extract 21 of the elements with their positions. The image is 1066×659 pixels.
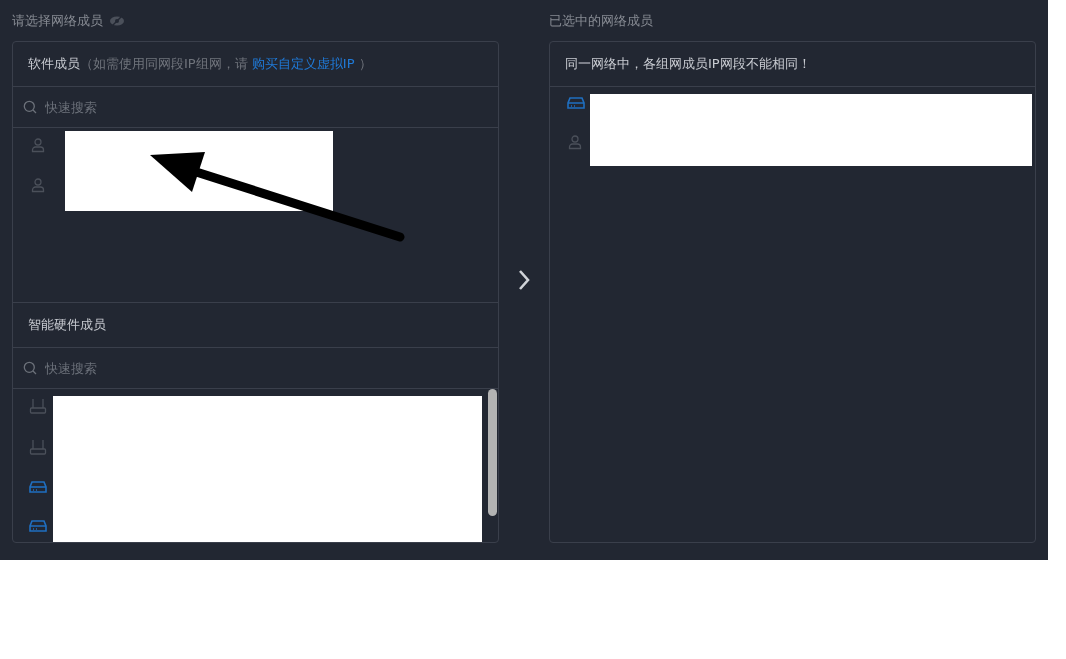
search-icon <box>23 100 37 114</box>
section-title: 已选中的网络成员 <box>549 11 653 30</box>
scrollbar[interactable] <box>488 389 497 516</box>
section-title: 请选择网络成员 <box>12 11 103 30</box>
device-icon <box>29 519 47 533</box>
chevron-right-icon[interactable] <box>517 268 531 292</box>
group-title: 智能硬件成员 <box>28 316 106 334</box>
router-icon <box>29 439 47 455</box>
search-field[interactable]: 快速搜索 <box>43 359 247 377</box>
notice-text: 同一网络中，各组网成员IP网段不能相同！ <box>565 55 811 73</box>
person-icon <box>30 177 46 193</box>
router-icon <box>29 398 47 414</box>
search-field[interactable]: 快速搜索 <box>43 98 247 116</box>
search-icon <box>23 361 37 375</box>
group-title: 软件成员 <box>28 55 80 73</box>
person-icon <box>567 134 583 150</box>
device-icon <box>567 96 585 110</box>
device-icon <box>29 480 47 494</box>
buy-ip-link[interactable]: 购买自定义虚拟IP <box>251 56 355 71</box>
hint-text: （如需使用同网段IP组网，请 购买自定义虚拟IP ） <box>80 55 372 73</box>
person-icon <box>30 137 46 153</box>
